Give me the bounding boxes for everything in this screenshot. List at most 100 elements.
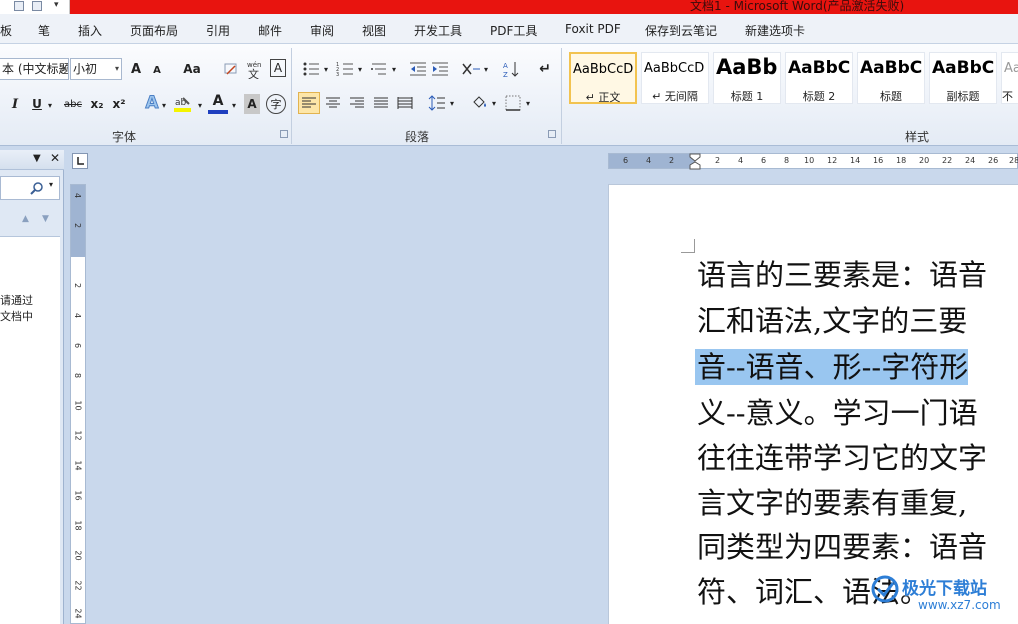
numbering-dropdown[interactable]: ▾ <box>356 64 364 74</box>
sort-button[interactable]: AZ <box>500 58 522 80</box>
document-page[interactable]: 语言的三要素是：语音 汇和语法,文字的三要 音--语音、形--字符形 义--意义… <box>608 184 1018 624</box>
ruler-label: 12 <box>827 156 838 165</box>
next-result-icon[interactable]: ▼ <box>42 214 49 224</box>
vertical-ruler[interactable]: 4 2 2 4 6 8 10 12 14 16 18 20 22 24 <box>70 184 86 624</box>
line-spacing-button[interactable] <box>426 92 448 114</box>
text-effects-button[interactable]: A <box>142 92 162 114</box>
document-line[interactable]: 同类型为四要素：语音 <box>697 529 987 565</box>
style-heading-1[interactable]: AaBb 标题 1 <box>713 52 781 104</box>
document-line[interactable]: 义--意义。学习一门语 <box>697 395 978 431</box>
borders-dropdown[interactable]: ▾ <box>524 98 532 108</box>
enclose-characters-button[interactable]: 字 <box>266 94 286 114</box>
close-icon[interactable]: ✕ <box>50 151 60 165</box>
style-heading-2[interactable]: AaBbC 标题 2 <box>785 52 853 104</box>
pane-menu-icon[interactable]: ▼ <box>33 153 41 164</box>
numbering-icon: 123 <box>336 62 353 77</box>
tab-foxit-pdf[interactable]: Foxit PDF <box>565 22 621 36</box>
font-size-combo[interactable]: 小初 ▾ <box>70 58 122 80</box>
tab-insert[interactable]: 插入 <box>78 22 102 39</box>
underline-button[interactable]: U <box>30 94 44 114</box>
save-icon[interactable] <box>14 1 24 11</box>
numbering-button[interactable]: 123 <box>334 58 356 80</box>
style-normal[interactable]: AaBbCcD ↵ 正文 <box>569 52 637 104</box>
font-color-dropdown[interactable]: ▾ <box>230 100 238 110</box>
italic-button[interactable]: I <box>8 94 22 114</box>
change-case-button[interactable]: Aa <box>180 60 204 78</box>
distributed-button[interactable] <box>394 92 416 114</box>
navigation-search-input[interactable]: ▾ <box>0 176 60 200</box>
underline-dropdown[interactable]: ▾ <box>46 100 54 110</box>
shading-dropdown[interactable]: ▾ <box>490 98 498 108</box>
document-line[interactable]: 汇和语法,文字的三要 <box>697 303 967 339</box>
customize-qat-icon[interactable]: ▾ <box>54 0 62 10</box>
document-line[interactable]: 言文字的要素有重复, <box>697 485 967 521</box>
highlight-dropdown[interactable]: ▾ <box>196 100 204 110</box>
indent-marker-icon[interactable] <box>689 153 701 171</box>
svg-text:3: 3 <box>336 72 339 77</box>
horizontal-ruler[interactable]: 6 4 2 2 4 6 8 10 12 14 16 18 20 22 24 26… <box>608 153 1018 171</box>
phonetic-guide-icon: wén文 <box>247 61 261 79</box>
tab-references[interactable]: 引用 <box>206 22 230 39</box>
style-no-spacing[interactable]: AaBbCcD ↵ 无间隔 <box>641 52 709 104</box>
grow-font-button[interactable]: A <box>128 60 144 78</box>
show-hide-marks-button[interactable]: ↵ <box>536 58 554 80</box>
tab-developer[interactable]: 开发工具 <box>414 22 462 39</box>
tab-new-tab[interactable]: 新建选项卡 <box>745 22 805 39</box>
strikethrough-button[interactable]: abc <box>62 94 84 114</box>
multilevel-list-dropdown[interactable]: ▾ <box>390 64 398 74</box>
tab-pdf-tools[interactable]: PDF工具 <box>490 22 537 39</box>
paragraph-dialog-launcher-icon[interactable] <box>548 130 556 138</box>
tab-board[interactable]: 板 <box>0 22 12 39</box>
document-line[interactable]: 语言的三要素是：语音 <box>697 257 987 293</box>
document-line[interactable]: 往往连带学习它的文字 <box>697 440 987 476</box>
tab-review[interactable]: 审阅 <box>310 22 334 39</box>
tab-save-cloud-note[interactable]: 保存到云笔记 <box>645 22 717 39</box>
subscript-button[interactable]: x₂ <box>88 94 106 114</box>
tab-stop-selector[interactable] <box>72 153 88 169</box>
multilevel-list-button[interactable] <box>368 58 390 80</box>
clear-format-button[interactable] <box>222 58 240 80</box>
shading-button[interactable] <box>468 92 490 114</box>
tab-view[interactable]: 视图 <box>362 22 386 39</box>
line-spacing-dropdown[interactable]: ▾ <box>448 98 456 108</box>
align-left-button[interactable] <box>298 92 320 114</box>
ruler-label: 2 <box>669 156 675 165</box>
group-divider <box>561 48 562 144</box>
align-right-button[interactable] <box>346 92 368 114</box>
style-title[interactable]: AaBbC 标题 <box>857 52 925 104</box>
phonetic-guide-button[interactable]: wén 文 <box>246 58 264 80</box>
bullets-button[interactable] <box>300 58 322 80</box>
borders-button[interactable] <box>502 92 524 114</box>
align-center-button[interactable] <box>322 92 344 114</box>
bullets-dropdown[interactable]: ▾ <box>322 64 330 74</box>
style-subtitle[interactable]: AaBbC 副标题 <box>929 52 997 104</box>
navigation-hint: 请通过 文档中 <box>0 293 33 325</box>
font-name-combo[interactable]: 本 (中文标题 ▾ <box>0 58 69 80</box>
chevron-down-icon: ▾ <box>491 98 496 108</box>
decrease-indent-button[interactable] <box>408 58 428 80</box>
chinese-layout-button[interactable] <box>460 58 482 80</box>
shrink-font-button[interactable]: A <box>150 62 164 78</box>
style-next[interactable]: Aa 不 <box>1001 52 1018 104</box>
undo-icon[interactable] <box>32 1 42 11</box>
font-dialog-launcher-icon[interactable] <box>280 130 288 138</box>
group-divider <box>291 48 292 144</box>
character-border-button[interactable]: A <box>270 59 286 77</box>
superscript-button[interactable]: x² <box>110 94 128 114</box>
navigation-pane-header: ▼ ✕ <box>0 150 64 170</box>
tab-mailings[interactable]: 邮件 <box>258 22 282 39</box>
tab-pen[interactable]: 笔 <box>38 22 50 39</box>
previous-result-icon[interactable]: ▲ <box>22 214 29 224</box>
chevron-down-icon[interactable]: ▾ <box>49 180 53 189</box>
chinese-layout-dropdown[interactable]: ▾ <box>482 64 490 74</box>
tab-page-layout[interactable]: 页面布局 <box>130 22 178 39</box>
justify-button[interactable] <box>370 92 392 114</box>
font-color-button[interactable]: A <box>208 92 228 114</box>
strikethrough-icon: abc <box>64 98 82 110</box>
increase-indent-button[interactable] <box>430 58 450 80</box>
selected-document-line[interactable]: 音--语音、形--字符形 <box>695 349 969 385</box>
highlight-button[interactable]: ab <box>172 94 194 114</box>
title-bar: ▾ 文档1 - Microsoft Word(产品激活失败) <box>0 0 1018 14</box>
character-shading-button[interactable]: A <box>244 94 260 114</box>
text-effects-dropdown[interactable]: ▾ <box>160 100 168 110</box>
